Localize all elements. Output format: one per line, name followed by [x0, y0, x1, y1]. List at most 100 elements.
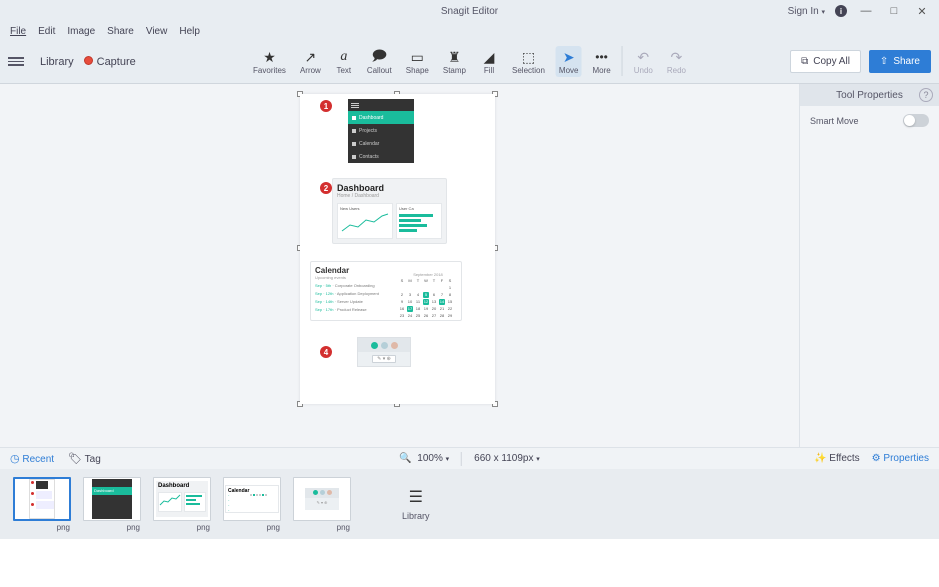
hamburger-icon[interactable] — [8, 55, 24, 68]
calendar-grid: September 2018 SMTWTFS 1 2345678 9101112… — [399, 272, 457, 320]
dashboard-title: Dashboard — [337, 183, 442, 193]
menu-file[interactable]: File — [10, 26, 26, 37]
properties-button[interactable]: ⚙ Properties — [872, 453, 929, 464]
maximize-button[interactable]: □ — [885, 4, 903, 18]
thumbnail-tray: png Dashboard png Dashboard png Calendar… — [0, 469, 939, 539]
tool-selection[interactable]: ⬚Selection — [509, 46, 548, 77]
recent-tab[interactable]: ◷ Recent — [10, 452, 54, 465]
text-icon: a — [335, 48, 353, 66]
menu-edit[interactable]: Edit — [38, 26, 55, 37]
selection-icon: ⬚ — [519, 48, 537, 66]
tool-text[interactable]: aText — [332, 46, 356, 77]
toolbar-separator — [622, 46, 623, 76]
smart-move-toggle[interactable] — [903, 114, 929, 127]
callout-icon: 🗩 — [370, 48, 388, 66]
stamp-icon: ♜ — [445, 48, 463, 66]
shape-icon: ▭ — [408, 48, 426, 66]
canvas-step2: Dashboard Home / Dashboard New Users Use… — [332, 178, 447, 244]
tool-move[interactable]: ➤Move — [556, 46, 582, 77]
wand-icon: ✨ — [814, 453, 826, 464]
menu-bar: File Edit Image Share View Help — [0, 22, 939, 40]
fill-icon: ◢ — [480, 48, 498, 66]
clock-icon: ◷ — [10, 453, 20, 465]
list-icon: ☰ — [409, 487, 423, 507]
thumbnail-4[interactable]: Calendar···· png — [222, 477, 282, 532]
tool-redo[interactable]: ↷Redo — [664, 46, 689, 77]
toolbar: Library Capture ★Favorites ↗Arrow aText … — [0, 40, 939, 84]
menu-icon — [351, 105, 359, 106]
smart-move-label: Smart Move — [810, 116, 859, 126]
effects-button[interactable]: ✨ Effects — [814, 453, 860, 464]
separator — [461, 452, 462, 466]
thumbnail-1[interactable]: png — [12, 477, 72, 532]
step-badge-2: 2 — [320, 182, 332, 194]
record-icon — [84, 56, 93, 65]
tool-more[interactable]: •••More — [589, 46, 613, 77]
canvas[interactable]: 1 2 3 4 Dashboard Projects Calendar Cont… — [300, 94, 495, 404]
tag-tab[interactable]: 🏷 Tag — [68, 452, 101, 465]
dimensions-display[interactable]: 660 x 1109px ▾ — [474, 453, 540, 464]
thumbnail-3[interactable]: Dashboard png — [152, 477, 212, 532]
tool-callout[interactable]: 🗩Callout — [364, 46, 395, 77]
contacts-icon — [352, 155, 356, 159]
dashboard-icon — [352, 116, 356, 120]
arrow-icon: ↗ — [301, 48, 319, 66]
tool-shape[interactable]: ▭Shape — [403, 46, 432, 77]
chart-user-categories: User Ca — [396, 203, 442, 239]
chart-new-users: New Users — [337, 203, 393, 239]
avatar-icon — [391, 342, 398, 349]
library-button[interactable]: Library — [40, 56, 74, 68]
calendar-icon — [352, 142, 356, 146]
minimize-button[interactable]: — — [857, 4, 875, 18]
avatar-icon — [371, 342, 378, 349]
info-icon[interactable]: i — [835, 5, 847, 17]
menu-view[interactable]: View — [146, 26, 168, 37]
calendar-events: Sep · 5th · Corporate Onboarding Sep · 1… — [315, 282, 379, 314]
step-badge-4: 4 — [320, 346, 332, 358]
status-bar: ◷ Recent 🏷 Tag 🔍 100% ▾ 660 x 1109px ▾ ✨… — [0, 447, 939, 469]
projects-icon — [352, 129, 356, 133]
copy-all-button[interactable]: ⧉Copy All — [790, 50, 861, 73]
smart-move-row: Smart Move — [800, 106, 939, 135]
avatar-icon — [381, 342, 388, 349]
canvas-step3: Calendar Upcoming events Sep · 5th · Cor… — [310, 261, 462, 321]
thumb-label: png — [197, 523, 210, 532]
thumb-label: png — [337, 523, 350, 532]
share-button[interactable]: ⇧Share — [869, 50, 931, 73]
menu-help[interactable]: Help — [179, 26, 200, 37]
gear-icon: ⚙ — [872, 453, 881, 464]
tool-fill[interactable]: ◢Fill — [477, 46, 501, 77]
share-icon: ⇧ — [880, 56, 888, 67]
help-icon[interactable]: ? — [919, 88, 933, 102]
menu-share[interactable]: Share — [107, 26, 134, 37]
tool-undo[interactable]: ↶Undo — [631, 46, 656, 77]
thumb-label: png — [57, 523, 70, 532]
tool-arrow[interactable]: ↗Arrow — [297, 46, 324, 77]
tag-icon: 🏷 — [68, 453, 82, 465]
undo-icon: ↶ — [634, 48, 652, 66]
library-button-tray[interactable]: ☰ Library — [402, 487, 430, 521]
thumb-label: png — [127, 523, 140, 532]
thumb-label: png — [267, 523, 280, 532]
properties-panel: Tool Properties ? Smart Move — [799, 84, 939, 447]
magnifier-icon: 🔍 — [399, 453, 411, 464]
thumbnail-2[interactable]: Dashboard png — [82, 477, 142, 532]
tool-stamp[interactable]: ♜Stamp — [440, 46, 469, 77]
more-icon: ••• — [593, 48, 611, 66]
sign-in-link[interactable]: Sign In ▾ — [788, 6, 825, 17]
canvas-viewport[interactable]: 1 2 3 4 Dashboard Projects Calendar Cont… — [0, 84, 799, 447]
canvas-step4: ✎ ▾ ⊕ — [357, 337, 411, 367]
zoom-control[interactable]: 🔍 100% ▾ — [399, 453, 449, 464]
canvas-step1: Dashboard Projects Calendar Contacts — [348, 99, 414, 163]
close-button[interactable]: ✕ — [913, 4, 931, 18]
app-title: Snagit Editor — [441, 6, 498, 17]
menu-image[interactable]: Image — [67, 26, 95, 37]
move-icon: ➤ — [560, 48, 578, 66]
redo-icon: ↷ — [667, 48, 685, 66]
star-icon: ★ — [260, 48, 278, 66]
capture-button[interactable]: Capture — [84, 56, 136, 68]
tool-favorites[interactable]: ★Favorites — [250, 46, 289, 77]
thumbnail-5[interactable]: ✎ ▾ ⊕ png — [292, 477, 352, 532]
main-area: 1 2 3 4 Dashboard Projects Calendar Cont… — [0, 84, 939, 447]
step-badge-1: 1 — [320, 100, 332, 112]
